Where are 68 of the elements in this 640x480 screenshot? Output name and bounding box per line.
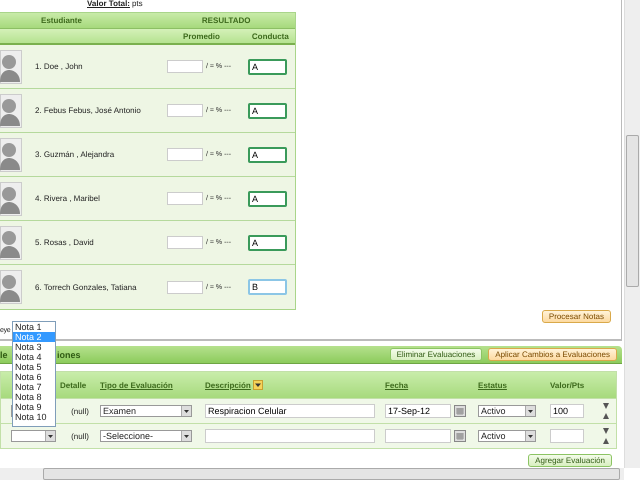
toolbar-button[interactable]: Eliminar Evaluaciones [390,348,482,361]
date-input[interactable] [385,429,451,443]
dropdown-option[interactable]: Nota 9 [13,402,55,412]
status-select[interactable]: Activo [478,430,536,442]
calendar-icon[interactable] [454,405,466,417]
conduct-input[interactable]: A [248,146,287,162]
section-title: iones [57,350,81,360]
caret-icon[interactable] [181,406,191,416]
dropdown-option[interactable]: Nota 4 [13,352,55,362]
student-name: 3. Guzmán , Alejandra [35,150,116,159]
valor-total-label: Valor Total: [87,0,130,8]
vertical-scrollbar[interactable] [624,0,640,468]
detail-text: (null) [71,432,89,440]
column-sort-link[interactable]: Descripción [205,380,251,390]
dropdown-option[interactable]: Nota 3 [13,342,55,352]
toolbar-button[interactable]: Aplicar Cambios a Evaluaciones [488,348,617,361]
valor-total-unit: pts [132,0,143,8]
dropdown-option[interactable]: Nota 6 [13,372,55,382]
column-header: Conducta [252,32,289,40]
caret-icon[interactable] [181,431,191,441]
conduct-input[interactable]: B [248,279,287,295]
conduct-input[interactable]: A [248,190,287,206]
student-name: 4. Rivera , Maribel [35,194,101,203]
reorder-arrows-icon[interactable] [602,402,610,420]
conduct-input[interactable]: A [248,58,287,74]
column-sort-link[interactable]: Estatus [478,380,507,390]
section-title: le [0,350,9,360]
student-name: 5. Rosas , David [35,238,95,247]
average-input[interactable] [167,104,203,117]
calendar-icon[interactable] [454,430,466,442]
add-evaluation-button[interactable]: Agregar Evaluación [528,454,612,467]
conduct-input[interactable]: A [248,234,287,250]
caret-icon[interactable] [525,406,535,416]
caret-icon[interactable] [525,431,535,441]
conduct-input[interactable]: A [248,102,287,118]
dropdown-option[interactable]: Nota 10 [13,412,55,422]
process-grades-button[interactable]: Procesar Notas [542,310,611,323]
type-select[interactable]: Examen [100,405,192,417]
column-header: Detalle [60,380,86,390]
student-name: 6. Torrech Gonzales, Tatiana [35,282,138,292]
column-header: Estudiante [41,16,82,25]
student-name: 1. Doe , John [35,62,84,71]
average-input[interactable] [167,236,203,249]
column-sort-link[interactable]: Fecha [385,380,408,390]
column-header: Promedio [183,32,220,40]
description-input[interactable] [205,429,375,443]
average-input[interactable] [167,148,203,161]
reorder-arrows-icon[interactable] [602,427,610,445]
points-input[interactable] [550,429,584,443]
dropdown-option[interactable]: Nota 1 [13,322,55,332]
column-sort-link[interactable]: Tipo de Evaluación [100,380,173,390]
points-input[interactable]: 100 [550,404,584,418]
description-input[interactable]: Respiracion Celular [205,404,375,418]
date-input[interactable]: 17-Sep-12 [385,404,451,418]
caret-icon[interactable] [45,431,55,441]
horizontal-scrollbar[interactable] [0,468,624,480]
student-name: 2. Febus Febus, José Antonio [35,106,142,115]
type-select[interactable]: -Seleccione- [100,430,192,442]
average-input[interactable] [167,60,203,73]
dropdown-option[interactable]: Nota 5 [13,362,55,372]
dropdown-option[interactable]: Nota 8 [13,392,55,402]
column-header: Valor/Pts [550,380,584,390]
average-input[interactable] [167,280,203,294]
average-input[interactable] [167,192,203,205]
column-header: RESULTADO [202,16,250,25]
dropdown-option[interactable]: Nota 7 [13,382,55,392]
status-select[interactable]: Activo [478,405,536,417]
detail-text: (null) [71,406,89,416]
